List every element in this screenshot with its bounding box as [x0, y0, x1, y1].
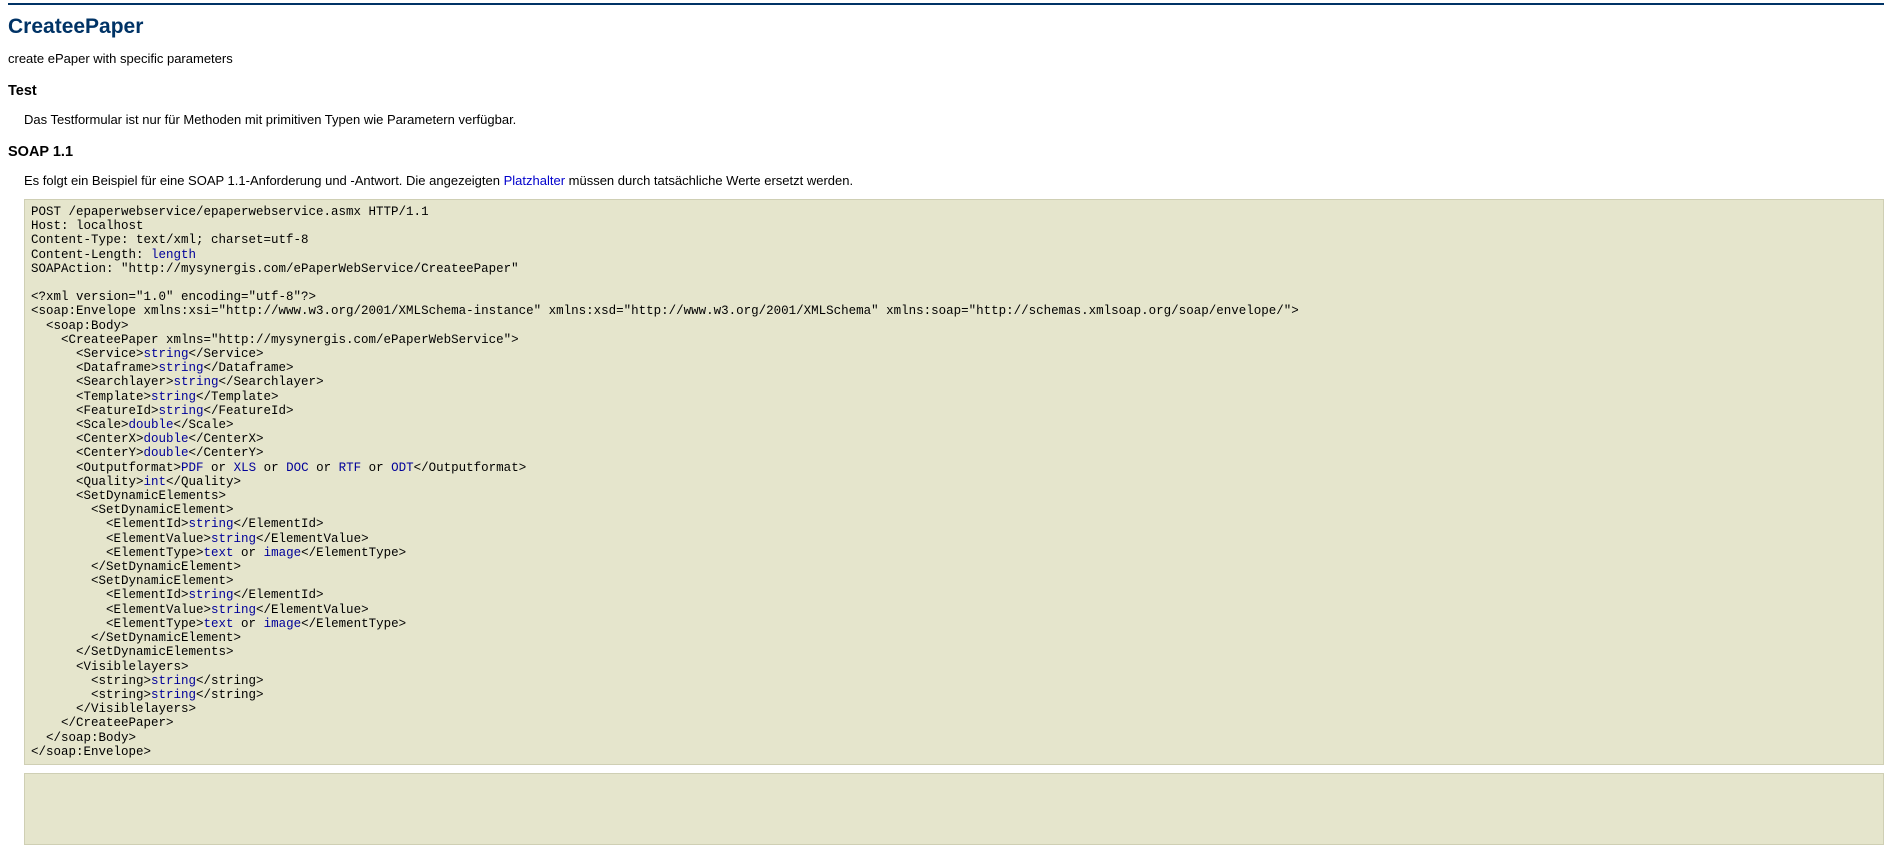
code-text: </string>: [196, 674, 264, 688]
code-text: or: [204, 461, 234, 475]
code-text: </ElementValue>: [256, 532, 369, 546]
section-heading-test: Test: [8, 83, 1884, 99]
code-placeholder-value: DOC: [286, 461, 309, 475]
code-text: </SetDynamicElements>: [31, 645, 234, 659]
code-text: <SetDynamicElements>: [31, 489, 226, 503]
code-text: <ElementId>: [31, 517, 189, 531]
code-placeholder-value: XLS: [234, 461, 257, 475]
code-text: <string>: [31, 674, 151, 688]
code-text: <soap:Body>: [31, 319, 129, 333]
code-placeholder-value: PDF: [181, 461, 204, 475]
test-availability-note: Das Testformular ist nur für Methoden mi…: [24, 112, 1884, 127]
code-text: </ElementType>: [301, 546, 406, 560]
placeholder-link[interactable]: Platzhalter: [504, 173, 565, 188]
code-placeholder-value: string: [211, 603, 256, 617]
soap11-intro-text-before: Es folgt ein Beispiel für eine SOAP 1.1-…: [24, 173, 504, 188]
code-text: <CreateePaper xmlns="http://mysynergis.c…: [31, 333, 519, 347]
code-placeholder-value: string: [211, 532, 256, 546]
code-text: or: [234, 546, 264, 560]
code-text: </Template>: [196, 390, 279, 404]
code-placeholder-value: string: [189, 517, 234, 531]
code-placeholder-value: image: [264, 546, 302, 560]
method-description: create ePaper with specific parameters: [8, 51, 1884, 66]
code-placeholder-value: double: [129, 418, 174, 432]
code-text: </soap:Body>: [31, 731, 136, 745]
code-text: or: [234, 617, 264, 631]
code-text: <Searchlayer>: [31, 375, 174, 389]
code-placeholder-value: text: [204, 617, 234, 631]
code-text: <ElementId>: [31, 588, 189, 602]
page-title: CreateePaper: [8, 15, 1884, 39]
code-text: or: [361, 461, 391, 475]
code-text: </Service>: [189, 347, 264, 361]
code-text: </Quality>: [166, 475, 241, 489]
code-text: </Scale>: [174, 418, 234, 432]
code-placeholder-value: string: [174, 375, 219, 389]
code-text: </string>: [196, 688, 264, 702]
code-text: <ElementType>: [31, 617, 204, 631]
code-text: <SetDynamicElement>: [31, 574, 234, 588]
soap-request-sample: POST /epaperwebservice/epaperwebservice.…: [24, 199, 1884, 765]
code-placeholder-value: text: [204, 546, 234, 560]
code-placeholder-value: string: [189, 588, 234, 602]
code-text: </FeatureId>: [204, 404, 294, 418]
code-text: <Service>: [31, 347, 144, 361]
code-text: SOAPAction: "http://mysynergis.com/ePape…: [31, 262, 519, 276]
code-placeholder-value: string: [151, 674, 196, 688]
code-text: or: [309, 461, 339, 475]
code-text: </soap:Envelope>: [31, 745, 151, 759]
code-placeholder-value: string: [159, 361, 204, 375]
code-text: <ElementType>: [31, 546, 204, 560]
code-text: <ElementValue>: [31, 532, 211, 546]
code-text: </CenterY>: [189, 446, 264, 460]
code-placeholder-value: string: [151, 390, 196, 404]
code-placeholder-value: ODT: [391, 461, 414, 475]
code-text: <soap:Envelope xmlns:xsi="http://www.w3.…: [31, 304, 1299, 318]
code-placeholder-value: string: [144, 347, 189, 361]
code-text: </ElementId>: [234, 517, 324, 531]
code-text: <Outputformat>: [31, 461, 181, 475]
code-text: <SetDynamicElement>: [31, 503, 234, 517]
code-text: </ElementType>: [301, 617, 406, 631]
soap-response-sample-partial: [24, 773, 1884, 845]
code-text: <Template>: [31, 390, 151, 404]
code-text: <Quality>: [31, 475, 144, 489]
code-text: <string>: [31, 688, 151, 702]
code-text: <Scale>: [31, 418, 129, 432]
code-text: <CenterX>: [31, 432, 144, 446]
soap11-intro-text-after: müssen durch tatsächliche Werte ersetzt …: [565, 173, 853, 188]
code-text: </ElementValue>: [256, 603, 369, 617]
code-placeholder-value: string: [159, 404, 204, 418]
soap11-intro: Es folgt ein Beispiel für eine SOAP 1.1-…: [24, 173, 1884, 188]
code-placeholder-value: double: [144, 432, 189, 446]
code-text: <Visiblelayers>: [31, 660, 189, 674]
code-text: <FeatureId>: [31, 404, 159, 418]
header-divider: [8, 3, 1884, 5]
code-text: Content-Length:: [31, 248, 151, 262]
code-text: </SetDynamicElement>: [31, 560, 241, 574]
code-text: </ElementId>: [234, 588, 324, 602]
code-text: </CreateePaper>: [31, 716, 174, 730]
code-placeholder-value: RTF: [339, 461, 362, 475]
code-text: <CenterY>: [31, 446, 144, 460]
code-text: or: [256, 461, 286, 475]
code-text: <ElementValue>: [31, 603, 211, 617]
code-text: </Searchlayer>: [219, 375, 324, 389]
code-text: </Outputformat>: [414, 461, 527, 475]
code-placeholder-value: image: [264, 617, 302, 631]
code-text: </Visiblelayers>: [31, 702, 196, 716]
code-text: <?xml version="1.0" encoding="utf-8"?>: [31, 290, 316, 304]
code-text: POST /epaperwebservice/epaperwebservice.…: [31, 205, 429, 219]
code-text: </SetDynamicElement>: [31, 631, 241, 645]
code-text: <Dataframe>: [31, 361, 159, 375]
code-text: </CenterX>: [189, 432, 264, 446]
code-placeholder-value: string: [151, 688, 196, 702]
code-text: </Dataframe>: [204, 361, 294, 375]
section-heading-soap11: SOAP 1.1: [8, 144, 1884, 160]
code-text: Host: localhost: [31, 219, 144, 233]
code-placeholder-value: int: [144, 475, 167, 489]
code-placeholder-value: length: [151, 248, 196, 262]
code-placeholder-value: double: [144, 446, 189, 460]
code-text: Content-Type: text/xml; charset=utf-8: [31, 233, 309, 247]
